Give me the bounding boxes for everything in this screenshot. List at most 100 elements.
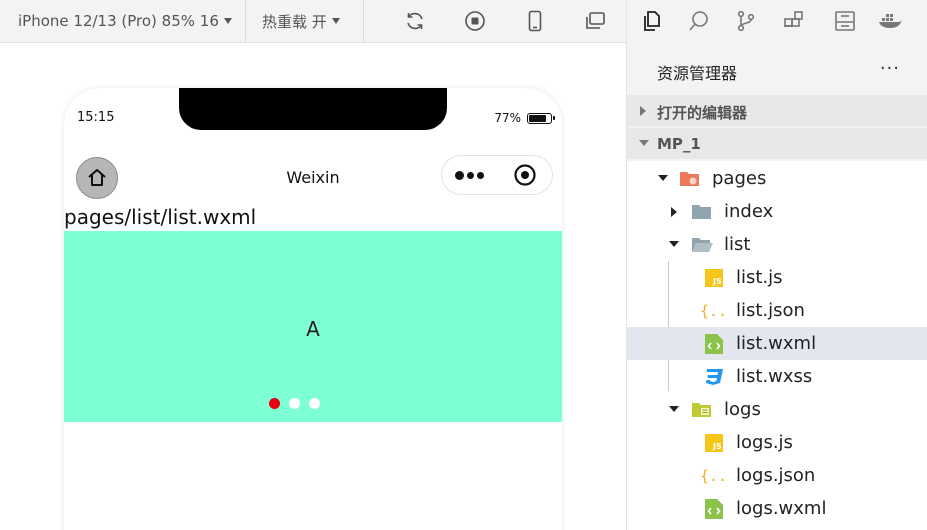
- chevron-down-icon: [331, 18, 340, 24]
- more-dots-icon: [455, 170, 464, 180]
- tree-file-list-js[interactable]: JS list.js: [627, 261, 927, 294]
- section-open-editors[interactable]: 打开的编辑器: [627, 95, 927, 126]
- wxss-file-icon: [703, 367, 725, 387]
- more-button[interactable]: [442, 170, 497, 180]
- phone-frame: 15:15 77% Weixin pages/list/list.wxml A: [64, 88, 562, 530]
- simulator-canvas: 15:15 77% Weixin pages/list/list.wxml A: [0, 43, 626, 530]
- tree-file-logs-js[interactable]: JS logs.js: [627, 426, 927, 459]
- explorer-more-button[interactable]: ···: [880, 58, 900, 79]
- battery-icon: [527, 112, 555, 124]
- json-file-icon: {..}: [700, 301, 726, 321]
- battery-percent: 77%: [494, 111, 521, 125]
- tree-item-label: index: [724, 201, 774, 222]
- js-file-icon: JS: [703, 268, 725, 288]
- tree-item-label: list: [724, 234, 751, 255]
- chevron-down-icon: [669, 406, 679, 412]
- hot-reload-select[interactable]: 热重载 开: [262, 0, 340, 42]
- chevron-right-icon: [640, 106, 646, 116]
- target-icon: [513, 164, 536, 186]
- folder-logs-icon: [691, 400, 713, 420]
- navigation-bar: Weixin: [64, 151, 562, 203]
- folder-pages-icon: [679, 169, 701, 189]
- js-file-icon: JS: [703, 433, 725, 453]
- chevron-down-icon: [669, 241, 679, 247]
- git-branch-icon: [737, 10, 755, 32]
- docker-icon: [879, 14, 902, 28]
- tree-folder-list[interactable]: list: [627, 228, 927, 261]
- folder-open-icon: [691, 235, 713, 255]
- swiper[interactable]: A: [64, 231, 562, 422]
- page-path-text: pages/list/list.wxml: [64, 205, 257, 229]
- tree-item-label: list.wxml: [736, 333, 817, 354]
- refresh-button[interactable]: [400, 6, 430, 36]
- swiper-dot[interactable]: [308, 398, 320, 409]
- window-icon: [586, 12, 605, 29]
- tree-folder-logs[interactable]: logs: [627, 393, 927, 426]
- toolbar-divider: [363, 0, 364, 42]
- section-label: MP_1: [657, 135, 701, 153]
- tree-file-list-json[interactable]: {..} list.json: [627, 294, 927, 327]
- stop-icon: [465, 11, 485, 31]
- files-icon: [644, 11, 660, 31]
- activity-search[interactable]: [684, 6, 714, 36]
- tree-item-label: pages: [712, 168, 767, 189]
- chevron-down-icon: [223, 18, 232, 24]
- svg-text:JS: JS: [712, 277, 722, 286]
- folder-icon: [691, 202, 713, 222]
- device-preview-button[interactable]: [520, 6, 550, 36]
- swiper-item-text: A: [306, 317, 320, 341]
- menu-capsule: [441, 155, 553, 195]
- tree-file-list-wxml[interactable]: list.wxml: [627, 327, 927, 360]
- chevron-down-icon: [639, 140, 649, 146]
- tree-item-label: list.json: [736, 300, 805, 321]
- wxml-file-icon: [703, 334, 725, 354]
- tree-folder-pages[interactable]: pages: [627, 162, 927, 195]
- activity-extensions[interactable]: [779, 6, 809, 36]
- json-file-icon: {..}: [700, 466, 726, 486]
- tree-item-label: list.wxss: [736, 366, 813, 387]
- close-miniprogram-button[interactable]: [497, 163, 552, 187]
- status-battery: 77%: [494, 111, 555, 125]
- device-select[interactable]: iPhone 12/13 (Pro) 85% 16: [18, 0, 232, 42]
- explorer-title: 资源管理器: [657, 64, 738, 83]
- tree-item-label: logs.js: [736, 432, 793, 453]
- storage-icon: [835, 11, 855, 31]
- tree-item-label: logs.wxml: [736, 498, 827, 519]
- simulator-toolbar: iPhone 12/13 (Pro) 85% 16 热重载 开: [0, 0, 626, 43]
- tree-file-list-wxss[interactable]: list.wxss: [627, 360, 927, 393]
- tree-item-label: logs.json: [736, 465, 816, 486]
- explorer-panel: 资源管理器 ··· 打开的编辑器 MP_1 pages index list J…: [626, 0, 927, 530]
- tree-item-label: list.js: [736, 267, 783, 288]
- swiper-indicator: [64, 398, 543, 409]
- tree-file-logs-wxml[interactable]: logs.wxml: [627, 492, 927, 525]
- chevron-right-icon: [671, 207, 677, 217]
- svg-text:{..}: {..}: [700, 467, 726, 485]
- svg-text:{..}: {..}: [700, 302, 726, 320]
- phone-icon: [528, 10, 542, 32]
- device-select-label: iPhone 12/13 (Pro) 85% 16: [18, 12, 219, 30]
- detach-window-button[interactable]: [580, 6, 610, 36]
- activity-storage[interactable]: [830, 6, 860, 36]
- swiper-dot[interactable]: [288, 398, 300, 409]
- activity-docker[interactable]: [875, 6, 905, 36]
- svg-text:JS: JS: [712, 442, 722, 451]
- wxml-file-icon: [703, 499, 725, 519]
- extensions-icon: [784, 11, 803, 27]
- activity-source-control[interactable]: [731, 6, 761, 36]
- tree-folder-index[interactable]: index: [627, 195, 927, 228]
- refresh-icon: [407, 12, 423, 30]
- explorer-header: 资源管理器 ···: [627, 43, 927, 95]
- activity-explorer[interactable]: [636, 6, 666, 36]
- toolbar-divider: [245, 0, 246, 42]
- hot-reload-label: 热重载 开: [262, 12, 327, 31]
- phone-notch: [179, 88, 447, 130]
- swiper-dot[interactable]: [268, 398, 280, 409]
- activity-bar: [627, 0, 927, 43]
- section-label: 打开的编辑器: [657, 104, 748, 122]
- tree-file-logs-json[interactable]: {..} logs.json: [627, 459, 927, 492]
- stop-button[interactable]: [460, 6, 490, 36]
- tree-item-label: logs: [724, 399, 761, 420]
- section-project[interactable]: MP_1: [627, 128, 927, 159]
- status-time: 15:15: [77, 110, 115, 125]
- chevron-down-icon: [658, 175, 668, 181]
